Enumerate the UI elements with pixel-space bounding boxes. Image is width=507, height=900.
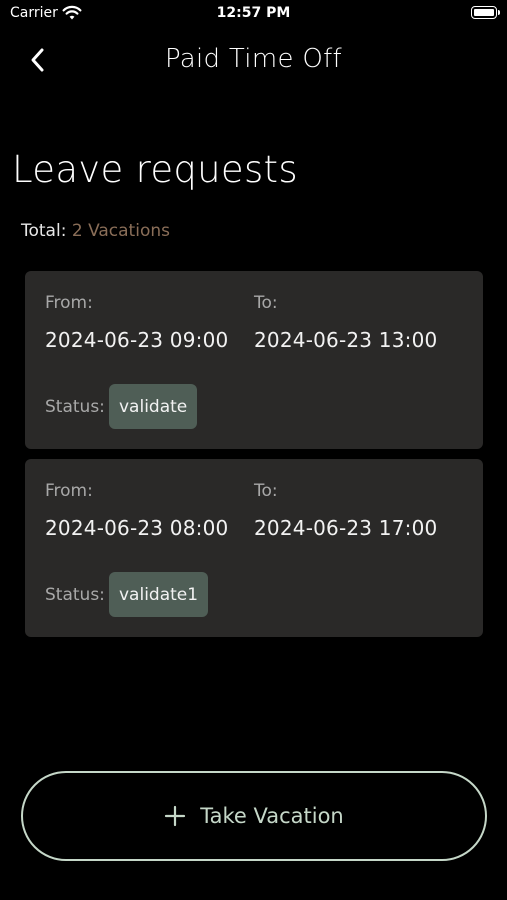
- status-label: Status:: [45, 585, 105, 605]
- battery-icon: [471, 6, 497, 19]
- nav-title: Paid Time Off: [164, 44, 342, 74]
- status-badge: validate: [109, 384, 198, 429]
- take-vacation-label: Take Vacation: [200, 804, 344, 828]
- page-title: Leave requests: [12, 148, 298, 191]
- leave-request-card[interactable]: From: To: 2024-06-23 08:00 2024-06-23 17…: [25, 459, 483, 637]
- total-label: Total:: [21, 221, 67, 241]
- from-label: From:: [45, 293, 93, 313]
- total-value: 2 Vacations: [71, 221, 170, 241]
- status-time: 12:57 PM: [216, 5, 291, 21]
- to-label: To:: [254, 293, 278, 313]
- to-value: 2024-06-23 13:00: [254, 328, 438, 352]
- from-value: 2024-06-23 08:00: [45, 516, 229, 540]
- status-bar: Carrier 12:57 PM: [0, 0, 507, 30]
- status-badge: validate1: [109, 572, 209, 617]
- from-value: 2024-06-23 09:00: [45, 328, 229, 352]
- from-label: From:: [45, 481, 93, 501]
- to-label: To:: [254, 481, 278, 501]
- leave-request-card[interactable]: From: To: 2024-06-23 09:00 2024-06-23 13…: [25, 271, 483, 449]
- to-value: 2024-06-23 17:00: [254, 516, 438, 540]
- plus-icon: [165, 805, 186, 827]
- screen: Carrier 12:57 PM Paid Time Off Leave req…: [0, 0, 507, 900]
- status-label: Status:: [45, 397, 105, 417]
- total-summary: Total: 2 Vacations: [21, 221, 170, 241]
- take-vacation-button[interactable]: Take Vacation: [21, 771, 487, 861]
